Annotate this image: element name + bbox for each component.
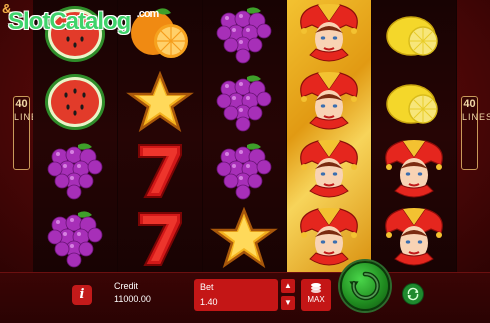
autoplay-button[interactable]	[402, 283, 424, 305]
lines-indicator-right: 40 LINES	[461, 96, 490, 170]
star-icon	[123, 71, 197, 133]
bet-increase-button[interactable]: ▲	[281, 279, 295, 293]
spin-button[interactable]	[340, 261, 390, 311]
grapes-icon	[38, 139, 112, 201]
bet-value: 1.40	[200, 297, 218, 307]
lines-indicator-left: 40 LINES	[13, 96, 46, 170]
bet-display: Bet 1.40	[194, 279, 278, 311]
seven-icon	[123, 207, 197, 269]
info-button[interactable]: i	[72, 285, 92, 305]
spin-icon	[349, 271, 380, 301]
lines-word: LINES	[462, 112, 490, 122]
jester-icon	[292, 139, 366, 201]
watermark-suffix: .com	[136, 8, 160, 20]
autoplay-icon	[407, 287, 419, 301]
jester-icon	[377, 139, 451, 201]
jester-icon	[292, 207, 366, 269]
reel-5	[372, 0, 456, 272]
jester-icon	[292, 3, 366, 65]
coins-icon	[301, 282, 331, 295]
control-bar: i Credit 11000.00 Bet 1.40 ▲ ▼ MAX	[0, 261, 490, 323]
orange-icon	[123, 3, 197, 65]
credit-value: 11000.00	[114, 294, 151, 304]
max-bet-button[interactable]: MAX	[301, 279, 331, 311]
grapes-icon	[207, 3, 281, 65]
lines-count: 40	[463, 98, 476, 110]
reel-1	[33, 0, 117, 272]
seven-icon	[123, 139, 197, 201]
lemon-icon	[377, 3, 451, 65]
arrow-down-icon: ▼	[284, 298, 292, 307]
credit-label: Credit	[114, 281, 139, 291]
grapes-icon	[207, 139, 281, 201]
bet-decrease-button[interactable]: ▼	[281, 296, 295, 310]
watermark-text: SlotCatalog	[8, 8, 131, 35]
max-label: MAX	[307, 295, 325, 304]
reels-area	[33, 0, 457, 272]
reel-4	[287, 0, 372, 272]
lines-count: 40	[15, 98, 28, 110]
reel-2	[117, 0, 202, 272]
jester-icon	[377, 207, 451, 269]
watermelon-icon	[38, 71, 112, 133]
reel-3	[202, 0, 287, 272]
watermark: SlotCatalog .com	[8, 8, 159, 36]
grapes-icon	[38, 207, 112, 269]
star-icon	[207, 207, 281, 269]
bet-label: Bet	[200, 282, 214, 292]
jester-icon	[292, 71, 366, 133]
lemon-icon	[377, 71, 451, 133]
lines-word: LINES	[14, 112, 46, 122]
arrow-up-icon: ▲	[284, 281, 292, 290]
grapes-icon	[207, 71, 281, 133]
